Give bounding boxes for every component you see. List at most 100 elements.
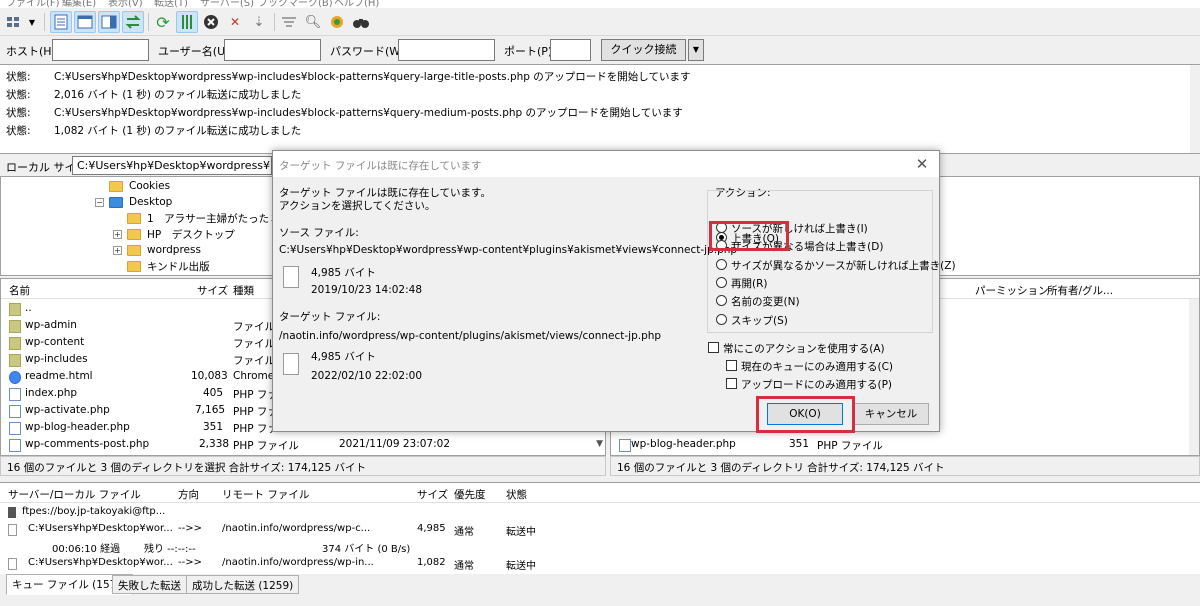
refresh-icon[interactable]: ⟳ [152, 11, 174, 33]
radio-skip-label[interactable]: スキップ(S) [731, 313, 788, 328]
expand-icon[interactable]: + [113, 246, 122, 255]
tab-successful-transfers[interactable]: 成功した転送 (1259) [186, 575, 300, 594]
queue-progress-row: 00:06:10 経過 残り --:--:-- 374 バイト (0 B/s) [52, 544, 411, 555]
binoculars-icon[interactable] [350, 11, 372, 33]
quickconnect-button[interactable]: クイック接続(Q) [601, 39, 686, 76]
cancel-operation-icon[interactable] [200, 11, 222, 33]
password-label: パスワード(W): [330, 45, 409, 58]
local-site-path-input[interactable]: C:¥Users¥hp¥Desktop¥wordpress¥ [72, 156, 272, 175]
file-row[interactable]: wp-comments-post.php 2,338 PHP ファイル 2021/11… [1, 437, 605, 454]
menu-view[interactable]: 表示(V) [108, 0, 143, 8]
expand-icon[interactable]: + [113, 230, 122, 239]
column-permission[interactable]: パーミッション [975, 283, 1049, 298]
folder-icon [9, 354, 21, 367]
menu-server[interactable]: サーバー(S) [200, 0, 254, 8]
radio-resume[interactable] [716, 277, 727, 288]
php-file-icon [9, 388, 21, 401]
transfer-queue: サーバー/ローカル ファイル 方向 リモート ファイル サイズ 優先度 状態 f… [0, 482, 1200, 574]
cancel-button[interactable]: キャンセル [853, 403, 929, 425]
search-icon[interactable]: 🔍︎ [302, 11, 324, 33]
log-line: 状態: 2,016 バイト (1 秒) のファイル転送に成功しました [6, 89, 302, 101]
tree-item[interactable]: HP デスクトップ [127, 226, 235, 242]
scroll-down-icon[interactable]: ▼ [596, 439, 603, 449]
chevron-down-icon[interactable]: ▼ [26, 11, 38, 33]
tree-item[interactable]: キンドル出版 [127, 258, 210, 274]
radio-overwrite-size-or-newer-label[interactable]: サイズが異なるかソースが新しければ上書き(Z) [731, 258, 956, 273]
source-file-size: 4,985 バイト [311, 267, 376, 279]
queue-row[interactable]: C:¥Users¥hp¥Desktop¥wor... -->> /naotin.… [0, 521, 1200, 538]
tree-item[interactable]: Desktop [109, 194, 172, 210]
source-file-label: ソース ファイル: [279, 227, 359, 239]
radio-overwrite-size-or-newer[interactable] [716, 259, 727, 270]
reconnect-icon[interactable]: ⇣ [248, 11, 270, 33]
menu-help[interactable]: ヘルプ(H) [334, 0, 379, 8]
always-use-action-label[interactable]: 常にこのアクションを使用する(A) [723, 341, 885, 356]
upload-only-label[interactable]: アップロードにのみ適用する(P) [741, 377, 892, 392]
toggle-local-tree-icon[interactable] [74, 11, 96, 33]
collapse-icon[interactable]: − [95, 198, 104, 207]
site-manager-icon[interactable] [4, 11, 26, 33]
column-server-file[interactable]: サーバー/ローカル ファイル [8, 487, 141, 502]
column-priority[interactable]: 優先度 [454, 487, 486, 502]
queue-server-row[interactable]: ftpes://boy.jp-takoyaki@ftp... [0, 504, 1200, 521]
queue-only-label[interactable]: 現在のキューにのみ適用する(C) [741, 359, 893, 374]
radio-resume-label[interactable]: 再開(R) [731, 276, 768, 291]
target-file-size: 4,985 バイト [311, 351, 376, 363]
column-size[interactable]: サイズ [417, 487, 448, 502]
user-label: ユーザー名(U): [158, 45, 234, 58]
tree-item[interactable]: Cookies [109, 178, 170, 194]
sync-browse-icon[interactable] [326, 11, 348, 33]
menu-edit[interactable]: 編集(E) [62, 0, 96, 8]
folder-icon [127, 228, 141, 240]
process-queue-icon[interactable] [176, 11, 198, 33]
column-name[interactable]: 名前 [9, 283, 30, 298]
chevron-down-icon[interactable]: ▼ [688, 39, 704, 61]
radio-rename[interactable] [716, 295, 727, 306]
password-input[interactable] [398, 39, 495, 61]
file-icon [8, 524, 17, 536]
disconnect-icon[interactable]: ✕ [224, 11, 246, 33]
message-log: 状態: C:¥Users¥hp¥Desktop¥wordpress¥wp-incl… [0, 64, 1200, 154]
target-file-label: ターゲット ファイル: [279, 311, 381, 323]
toggle-log-icon[interactable] [50, 11, 72, 33]
file-icon [8, 558, 17, 570]
radio-rename-label[interactable]: 名前の変更(N) [731, 294, 800, 309]
dialog-instruction: アクションを選択してください。 [279, 200, 436, 212]
folder-icon [9, 320, 21, 333]
upload-only-checkbox[interactable] [726, 378, 737, 389]
local-status: 16 個のファイルと 3 個のディレクトリを選択 合計サイズ: 174,125 … [0, 456, 606, 476]
username-input[interactable] [224, 39, 321, 61]
column-owner[interactable]: 所有者/グル... [1047, 283, 1113, 298]
dialog-title: ターゲット ファイルは既に存在しています [279, 160, 482, 172]
tree-item[interactable]: wordpress [127, 242, 201, 258]
queue-only-checkbox[interactable] [726, 360, 737, 371]
target-file-date: 2022/02/10 22:02:00 [311, 370, 423, 382]
filter-icon[interactable] [278, 11, 300, 33]
tab-failed-transfers[interactable]: 失敗した転送 [112, 575, 187, 594]
folder-icon [9, 303, 21, 316]
folder-icon [109, 196, 123, 208]
folder-icon [109, 180, 123, 192]
column-size[interactable]: サイズ [197, 283, 228, 298]
status-bar [0, 596, 1200, 606]
log-scrollbar[interactable] [1190, 65, 1200, 153]
remote-list-scrollbar[interactable] [1189, 299, 1199, 455]
menu-bookmark[interactable]: ブックマーク(B) [258, 0, 333, 8]
close-icon[interactable]: ✕ [913, 155, 931, 173]
host-input[interactable] [52, 39, 149, 61]
menu-transfer[interactable]: 転送(T) [154, 0, 188, 8]
file-row[interactable]: wp-blog-header.php 351 PHP ファイル [611, 437, 1199, 454]
column-type[interactable]: 種類 [233, 283, 254, 298]
menu-file[interactable]: ファイル(F) [6, 0, 60, 8]
queue-row[interactable]: C:¥Users¥hp¥Desktop¥wor... -->> /naotin.… [0, 555, 1200, 572]
column-status[interactable]: 状態 [506, 487, 527, 502]
toolbar: ▼ ⟳ ✕ ⇣ 🔍︎ [0, 8, 1200, 36]
always-use-action-checkbox[interactable] [708, 342, 719, 353]
toggle-remote-tree-icon[interactable] [98, 11, 120, 33]
port-input[interactable] [550, 39, 591, 61]
column-remote-file[interactable]: リモート ファイル [222, 487, 309, 502]
column-direction[interactable]: 方向 [178, 487, 199, 502]
toggle-queue-icon[interactable] [122, 11, 144, 33]
dialog-titlebar: ターゲット ファイルは既に存在しています ✕ [273, 151, 939, 177]
radio-skip[interactable] [716, 314, 727, 325]
